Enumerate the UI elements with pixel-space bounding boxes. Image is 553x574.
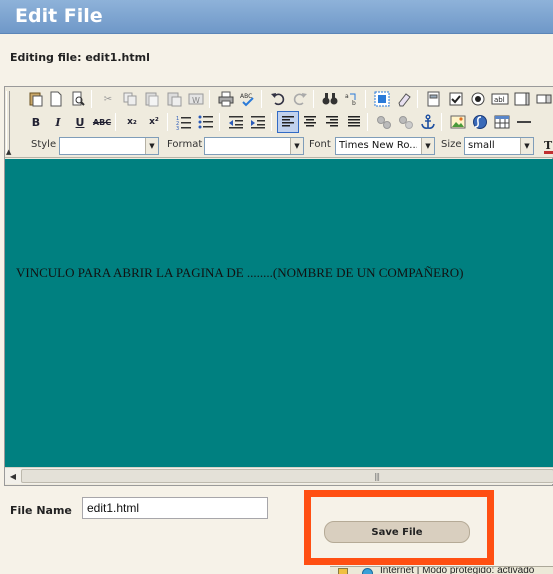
filename-field[interactable]: edit1.html [82,497,268,519]
table-icon[interactable] [491,111,513,133]
status-bar: Internet | Modo protegido: activado [330,566,553,574]
unlink-icon[interactable] [395,111,417,133]
paste-word-icon[interactable] [163,88,185,110]
bold-icon[interactable]: B [25,111,47,133]
horizontal-scrollbar[interactable]: ◀ ||| [5,467,553,484]
svg-text:a: a [345,93,349,100]
italic-icon[interactable]: I [47,111,69,133]
style-select[interactable]: ▼ [59,137,159,155]
align-right-icon[interactable] [321,111,343,133]
style-label: Style [31,139,57,150]
link-icon[interactable] [373,111,395,133]
select-all-icon[interactable] [371,88,393,110]
chevron-down-icon[interactable]: ▼ [145,138,158,154]
scrollbar-thumb[interactable]: ||| [21,469,553,483]
format-select[interactable]: ▼ [204,137,304,155]
size-label: Size [441,139,462,150]
svg-text:3: 3 [176,126,179,130]
svg-text:W: W [192,96,200,105]
size-select-value: small [468,140,495,151]
font-select-value: Times New Ro... [339,140,417,151]
superscript-icon[interactable]: x² [143,111,165,133]
indent-icon[interactable] [247,111,269,133]
chevron-down-icon[interactable]: ▼ [520,138,533,154]
undo-icon[interactable] [267,88,289,110]
anchor-icon[interactable] [417,111,439,133]
toolbar-grip[interactable] [6,91,10,153]
image-icon[interactable] [447,111,469,133]
toolbar-collapse-icon[interactable]: ▲ [6,148,11,156]
radio-icon[interactable] [467,88,489,110]
preview-icon[interactable] [67,88,89,110]
remove-format-icon[interactable] [393,88,415,110]
strikethrough-icon[interactable]: ABC [91,111,113,133]
spellcheck-icon[interactable]: ABC [237,88,259,110]
select-field-icon[interactable] [533,88,553,110]
rich-text-editor: ▲ ✂ W ABC a b abl B I U ABC x₂ x² 1 2 3 … [4,86,553,486]
format-combos: Style ▼ Format ▼ Font Times New Ro... ▼ … [17,135,553,157]
chevron-down-icon[interactable]: ▼ [421,138,434,154]
outdent-icon[interactable] [225,111,247,133]
svg-text:T: T [544,139,553,152]
checkbox-icon[interactable] [445,88,467,110]
new-page-icon[interactable] [45,88,67,110]
textarea-icon[interactable] [511,88,533,110]
save-file-button[interactable]: Save File [324,521,470,543]
redo-icon[interactable] [289,88,311,110]
scrollbar-grip-icon: ||| [374,472,380,481]
font-label: Font [309,139,331,150]
paste-from-word-icon[interactable]: W [185,88,207,110]
textfield-icon[interactable]: abl [489,88,511,110]
page-title: Edit File [15,5,103,27]
horizontal-rule-icon[interactable] [513,111,535,133]
scroll-left-icon[interactable]: ◀ [6,469,20,483]
svg-text:ABC: ABC [240,93,252,100]
copy-icon[interactable] [119,88,141,110]
chevron-down-icon[interactable]: ▼ [290,138,303,154]
filename-label: File Name [10,504,72,517]
content-paragraph[interactable]: VINCULO PARA ABRIR LA PAGINA DE ........… [16,265,463,281]
flash-icon[interactable] [469,111,491,133]
justify-icon[interactable] [343,111,365,133]
format-label: Format [167,139,203,150]
print-icon[interactable] [215,88,237,110]
bulleted-list-icon[interactable] [195,111,217,133]
page-icon [338,568,348,574]
subscript-icon[interactable]: x₂ [121,111,143,133]
find-icon[interactable] [319,88,341,110]
numbered-list-icon[interactable]: 123 [173,111,195,133]
svg-text:b: b [352,100,356,107]
cut-icon[interactable]: ✂ [97,88,119,110]
paste-text-icon[interactable] [141,88,163,110]
align-center-icon[interactable] [299,111,321,133]
align-left-icon[interactable] [277,111,299,133]
editor-content[interactable]: VINCULO PARA ABRIR LA PAGINA DE ........… [5,159,553,467]
font-select[interactable]: Times New Ro... ▼ [335,137,435,155]
form-icon[interactable] [423,88,445,110]
editing-file-label: Editing file: edit1.html [10,51,150,64]
editor-toolbar: ▲ ✂ W ABC a b abl B I U ABC x₂ x² 1 2 3 … [5,87,553,158]
replace-icon[interactable]: ab [341,88,363,110]
underline-icon[interactable]: U [69,111,91,133]
size-select[interactable]: small ▼ [464,137,534,155]
status-text: Internet | Modo protegido: activado [380,566,535,574]
globe-icon [362,568,373,574]
text-color-icon[interactable]: T [539,135,553,157]
paste-icon[interactable] [25,88,47,110]
svg-text:abl: abl [494,96,505,104]
title-bar: Edit File [0,0,553,34]
